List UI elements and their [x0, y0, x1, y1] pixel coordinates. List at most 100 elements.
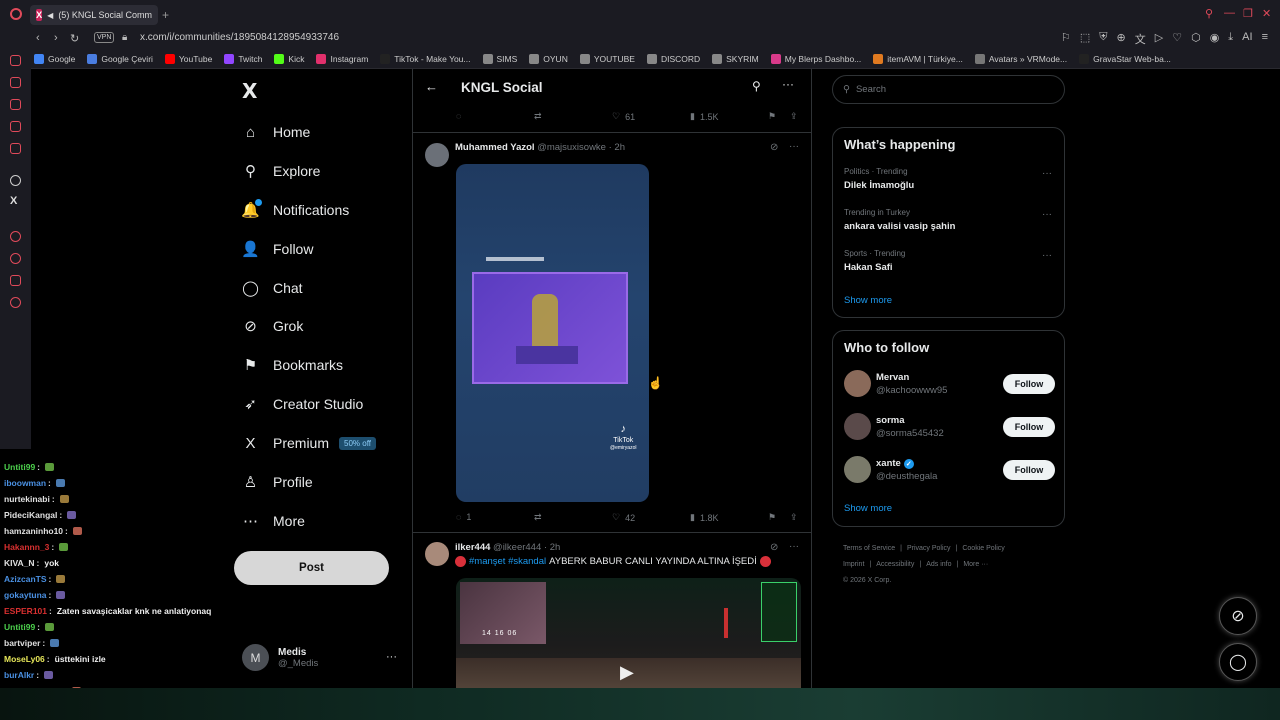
- nav-item-home[interactable]: ⌂ Home: [242, 120, 310, 144]
- bookmark-item[interactable]: Google: [34, 53, 75, 64]
- trend-name[interactable]: Hakan Safi: [844, 262, 893, 273]
- nav-item-premium[interactable]: X Premium 50% off: [242, 431, 376, 455]
- nav-item-notifications[interactable]: 🔔 Notifications: [241, 198, 349, 222]
- minimize-icon[interactable]: —: [1224, 7, 1235, 19]
- sidebar-spotify-icon[interactable]: [10, 99, 21, 110]
- bookmark-item[interactable]: Avatars » VRMode...: [974, 53, 1067, 64]
- repost-icon[interactable]: ⇄: [534, 512, 542, 523]
- grok-icon[interactable]: ⊘: [770, 542, 778, 553]
- wtf-handle[interactable]: @kachoowww95: [876, 385, 947, 396]
- bookmark-item[interactable]: TikTok - Make You...: [380, 53, 471, 64]
- back-arrow-icon[interactable]: ←: [425, 79, 438, 94]
- share-icon[interactable]: ⇪: [790, 111, 798, 122]
- wtf-name[interactable]: Mervan: [876, 372, 909, 383]
- shield-icon[interactable]: ⛨: [1099, 31, 1107, 47]
- more-icon[interactable]: ···: [789, 541, 799, 552]
- follow-button[interactable]: Follow: [1003, 374, 1055, 394]
- sidebar-settings-icon[interactable]: [10, 297, 21, 308]
- grok-icon[interactable]: ⊘: [770, 142, 778, 153]
- heart-icon[interactable]: ♡: [1172, 31, 1182, 47]
- reload-icon[interactable]: ↻: [70, 32, 79, 45]
- avatar[interactable]: [844, 456, 871, 483]
- menu-icon[interactable]: ≡: [1262, 31, 1268, 47]
- ai-icon[interactable]: AI: [1242, 31, 1252, 47]
- post-hashtags[interactable]: #manşet #skandal: [469, 556, 546, 567]
- bookmark-item[interactable]: DISCORD: [646, 53, 700, 64]
- post-author-handle[interactable]: @ilkeer444: [493, 542, 541, 553]
- follow-button[interactable]: Follow: [1003, 417, 1055, 437]
- post-button[interactable]: Post: [234, 551, 389, 585]
- footer-link[interactable]: Terms of Service: [843, 545, 895, 552]
- search-input[interactable]: ⚲ Search: [832, 75, 1065, 104]
- search-icon[interactable]: ⚲: [752, 79, 761, 93]
- vpn-badge[interactable]: VPN: [94, 32, 115, 43]
- trend-more-icon[interactable]: ···: [1042, 250, 1052, 261]
- avatar[interactable]: [425, 542, 449, 566]
- post-video[interactable]: ♪ TikTok @emiryazol: [456, 164, 649, 502]
- chat-fab[interactable]: ◯: [1219, 643, 1257, 681]
- bookmark-item[interactable]: Kick: [274, 53, 304, 64]
- nav-item-profile[interactable]: ♙ Profile: [242, 470, 313, 494]
- sidebar-messenger-icon[interactable]: [10, 55, 21, 66]
- bookmark-item[interactable]: itemAVM | Türkiye...: [873, 53, 963, 64]
- url-field[interactable]: x.com/i/communities/1895084128954933746: [140, 32, 339, 43]
- opera-logo-icon[interactable]: [10, 8, 22, 20]
- bookmark-item[interactable]: OYUN: [529, 53, 568, 64]
- wtf-handle[interactable]: @deusthegala: [876, 471, 937, 482]
- footer-link[interactable]: Privacy Policy: [907, 545, 951, 552]
- browser-tab[interactable]: X ◀ (5) KNGL Social Comm: [30, 5, 158, 25]
- footer-link[interactable]: Accessibility: [876, 561, 914, 568]
- more-icon[interactable]: ···: [782, 77, 794, 91]
- sidebar-player-icon[interactable]: [10, 77, 21, 88]
- bookmark-page-icon[interactable]: ⚐: [1061, 31, 1071, 47]
- back-nav-icon[interactable]: ‹: [36, 32, 40, 44]
- post-time[interactable]: · 2h: [544, 542, 560, 553]
- nav-item-bookmarks[interactable]: ⚑ Bookmarks: [242, 353, 343, 377]
- forward-nav-icon[interactable]: ›: [54, 32, 58, 44]
- trend-category[interactable]: Trending in Turkey: [844, 208, 910, 217]
- sidebar-clock-icon[interactable]: [10, 253, 21, 264]
- share-icon[interactable]: ⇪: [790, 512, 798, 523]
- account-switcher[interactable]: M Medis @_Medis: [242, 644, 318, 671]
- reply-button[interactable]: ◌ 1: [456, 512, 471, 522]
- nav-item-grok[interactable]: ⊘ Grok: [242, 314, 303, 338]
- follow-button[interactable]: Follow: [1003, 460, 1055, 480]
- sidebar-x-icon[interactable]: X: [10, 195, 17, 207]
- avatar[interactable]: [425, 143, 449, 167]
- post-video[interactable]: 14 16 06 ▶: [456, 578, 801, 698]
- mute-icon[interactable]: ◀: [47, 11, 53, 20]
- wtf-handle[interactable]: @sorma545432: [876, 428, 944, 439]
- like-button[interactable]: ♡ 42: [612, 512, 635, 523]
- translate-icon[interactable]: 文: [1135, 31, 1146, 47]
- sidebar-history-icon[interactable]: [10, 231, 21, 242]
- trend-more-icon[interactable]: ···: [1042, 209, 1052, 220]
- bookmark-item[interactable]: SIMS: [482, 53, 517, 64]
- footer-link[interactable]: Imprint: [843, 561, 864, 568]
- download-icon[interactable]: ⤓: [1228, 31, 1233, 47]
- post-author-name[interactable]: Muhammed Yazol: [455, 142, 535, 153]
- avatar[interactable]: [844, 413, 871, 440]
- trend-name[interactable]: Dilek İmamoğlu: [844, 180, 914, 191]
- lock-icon[interactable]: 🔒︎: [122, 32, 127, 43]
- close-icon[interactable]: ✕: [1262, 7, 1271, 20]
- reply-icon[interactable]: ◌: [456, 111, 461, 121]
- like-button[interactable]: ♡ 61: [612, 111, 635, 122]
- views-button[interactable]: ▮ 1.5K: [690, 111, 718, 122]
- trend-more-icon[interactable]: ···: [1042, 168, 1052, 179]
- bookmark-item[interactable]: Twitch: [224, 53, 262, 64]
- snapshot-icon[interactable]: ⬚: [1080, 31, 1090, 47]
- footer-link[interactable]: Ads info: [926, 561, 951, 568]
- avatar[interactable]: [844, 370, 871, 397]
- new-tab-button[interactable]: +: [162, 8, 169, 22]
- sidebar-mail-icon[interactable]: [10, 143, 21, 154]
- extensions-icon[interactable]: ⬡: [1191, 31, 1201, 47]
- account-more-icon[interactable]: ···: [386, 651, 397, 663]
- bookmark-item[interactable]: YOUTUBE: [579, 53, 635, 64]
- bookmark-item[interactable]: YouTube: [164, 53, 212, 64]
- post-author-handle[interactable]: @majsuxisowke: [537, 142, 606, 153]
- sidebar-pinboard-icon[interactable]: [10, 275, 21, 286]
- nav-item-creator-studio[interactable]: ➶ Creator Studio: [242, 392, 363, 416]
- play-icon[interactable]: ▶: [620, 662, 634, 683]
- views-button[interactable]: ▮ 1.8K: [690, 512, 718, 523]
- nav-item-more[interactable]: ⋯ More: [242, 509, 305, 533]
